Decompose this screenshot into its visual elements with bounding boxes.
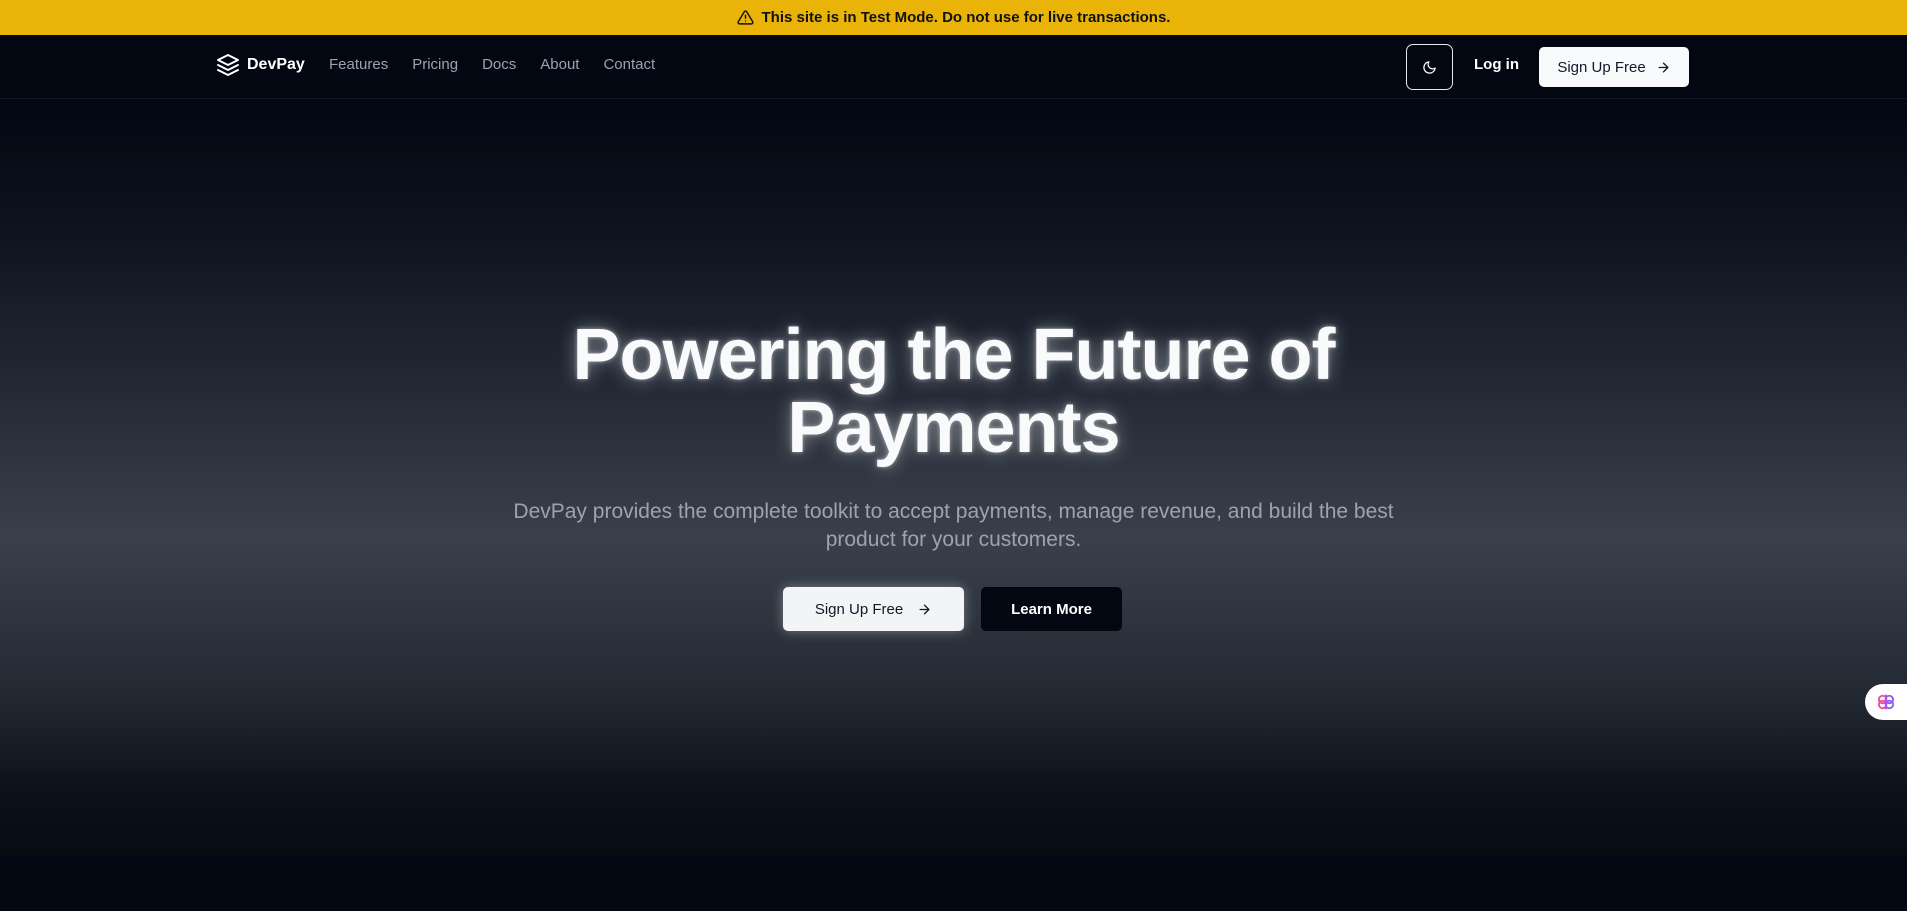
assistant-widget-button[interactable] — [1865, 684, 1907, 720]
arrow-right-icon — [1658, 62, 1669, 72]
warning-triangle-icon — [736, 10, 754, 25]
banner-text: This site is in Test Mode. Do not use fo… — [761, 9, 1171, 26]
login-link[interactable]: Log in — [1474, 56, 1519, 73]
nav-link-pricing[interactable]: Pricing — [412, 56, 458, 73]
moon-icon — [1423, 60, 1436, 74]
nav-links: Features Pricing Docs About Contact — [329, 56, 655, 73]
learn-more-button[interactable]: Learn More — [981, 587, 1122, 631]
hero-signup-button[interactable]: Sign Up Free — [783, 587, 964, 631]
hero-title-line-2: Payments — [787, 388, 1120, 468]
hero-signup-label: Sign Up Free — [814, 600, 904, 618]
nav-link-contact[interactable]: Contact — [603, 56, 655, 73]
hero-title: Powering the Future of Payments — [0, 319, 1907, 465]
theme-toggle-button[interactable] — [1406, 44, 1453, 90]
hero-title-line-1: Powering the Future of — [572, 315, 1336, 395]
nav-link-docs[interactable]: Docs — [482, 56, 516, 73]
brand-name: DevPay — [247, 56, 305, 73]
test-mode-banner: This site is in Test Mode. Do not use fo… — [0, 0, 1907, 35]
brain-icon — [1878, 694, 1894, 710]
top-navbar: DevPay Features Pricing Docs About Conta… — [0, 35, 1907, 99]
nav-signup-button[interactable]: Sign Up Free — [1539, 47, 1689, 87]
page-bottom-strip — [0, 856, 1907, 911]
brand-logo[interactable]: DevPay — [216, 53, 305, 77]
nav-signup-label: Sign Up Free — [1557, 58, 1646, 76]
layers-icon — [217, 54, 239, 76]
nav-link-features[interactable]: Features — [329, 56, 388, 73]
hero-section: Powering the Future of Payments DevPay p… — [0, 99, 1907, 856]
arrow-right-icon — [919, 604, 930, 614]
learn-more-label: Learn More — [1011, 600, 1092, 618]
nav-link-about[interactable]: About — [540, 56, 579, 73]
hero-subtitle: DevPay provides the complete toolkit to … — [513, 500, 1394, 551]
